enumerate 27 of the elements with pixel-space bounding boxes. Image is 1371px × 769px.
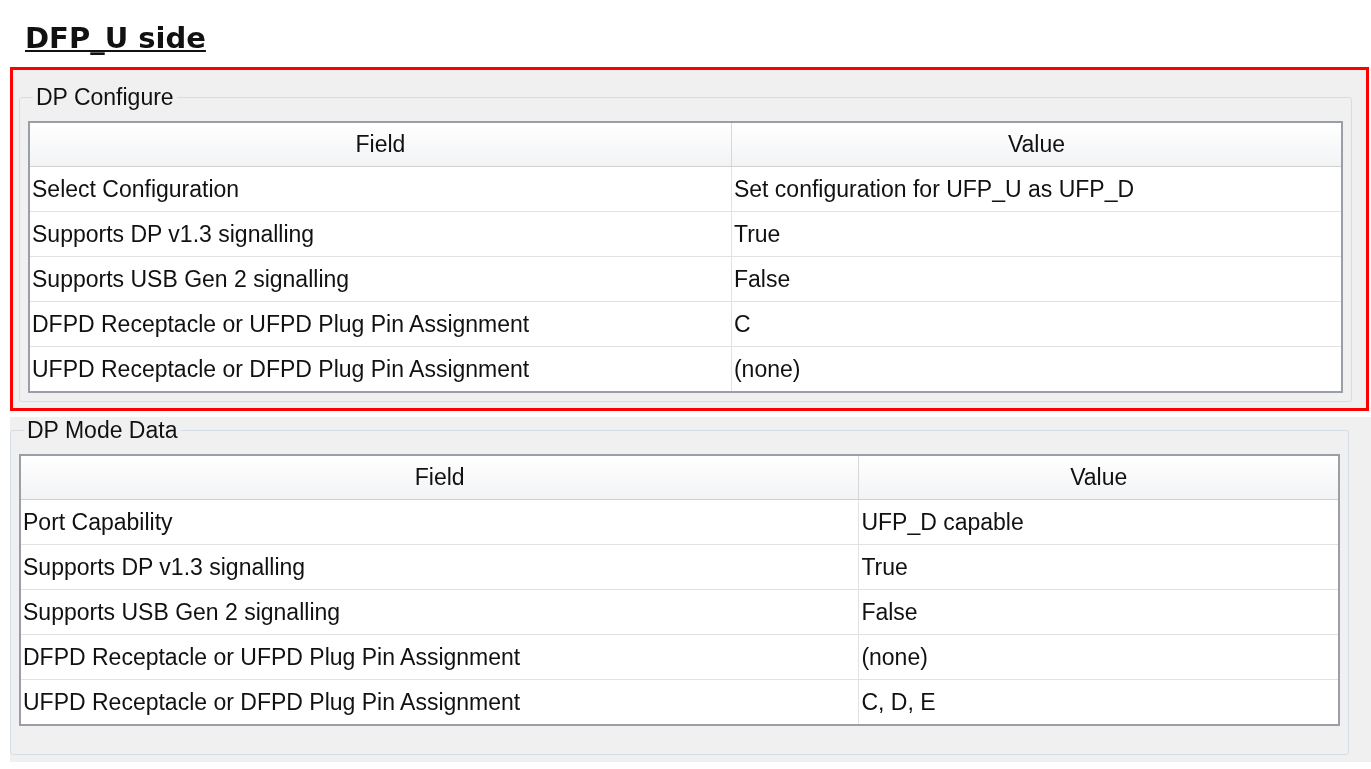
table-cell: C bbox=[731, 301, 1342, 347]
table-cell: C, D, E bbox=[858, 679, 1339, 725]
column-header: Field bbox=[20, 455, 859, 500]
column-header: Value bbox=[858, 455, 1339, 500]
table-cell: False bbox=[731, 256, 1342, 302]
table-cell: Port Capability bbox=[20, 499, 859, 545]
table-cell: DFPD Receptacle or UFPD Plug Pin Assignment bbox=[29, 301, 732, 347]
column-header: Field bbox=[29, 122, 732, 167]
table-cell: (none) bbox=[858, 634, 1339, 680]
group-title: DP Mode Data bbox=[26, 417, 179, 444]
table-cell: Supports USB Gen 2 signalling bbox=[20, 589, 859, 635]
table-cell: UFPD Receptacle or DFPD Plug Pin Assignment bbox=[20, 679, 859, 725]
table-cell: Supports DP v1.3 signalling bbox=[20, 544, 859, 590]
column-header: Value bbox=[731, 122, 1342, 167]
table-cell: Supports USB Gen 2 signalling bbox=[29, 256, 732, 302]
table-cell: DFPD Receptacle or UFPD Plug Pin Assignment bbox=[20, 634, 859, 680]
page-heading: DFP_U side bbox=[25, 20, 206, 56]
table-cell: UFPD Receptacle or DFPD Plug Pin Assignment bbox=[29, 346, 732, 392]
table-cell: Supports DP v1.3 signalling bbox=[29, 211, 732, 257]
group-title: DP Configure bbox=[35, 84, 175, 111]
table-cell: (none) bbox=[731, 346, 1342, 392]
table-cell: True bbox=[731, 211, 1342, 257]
table-cell: True bbox=[858, 544, 1339, 590]
table-cell: Select Configuration bbox=[29, 166, 732, 212]
table-cell: Set configuration for UFP_U as UFP_D bbox=[731, 166, 1342, 212]
table-cell: UFP_D capable bbox=[858, 499, 1339, 545]
table-cell: False bbox=[858, 589, 1339, 635]
